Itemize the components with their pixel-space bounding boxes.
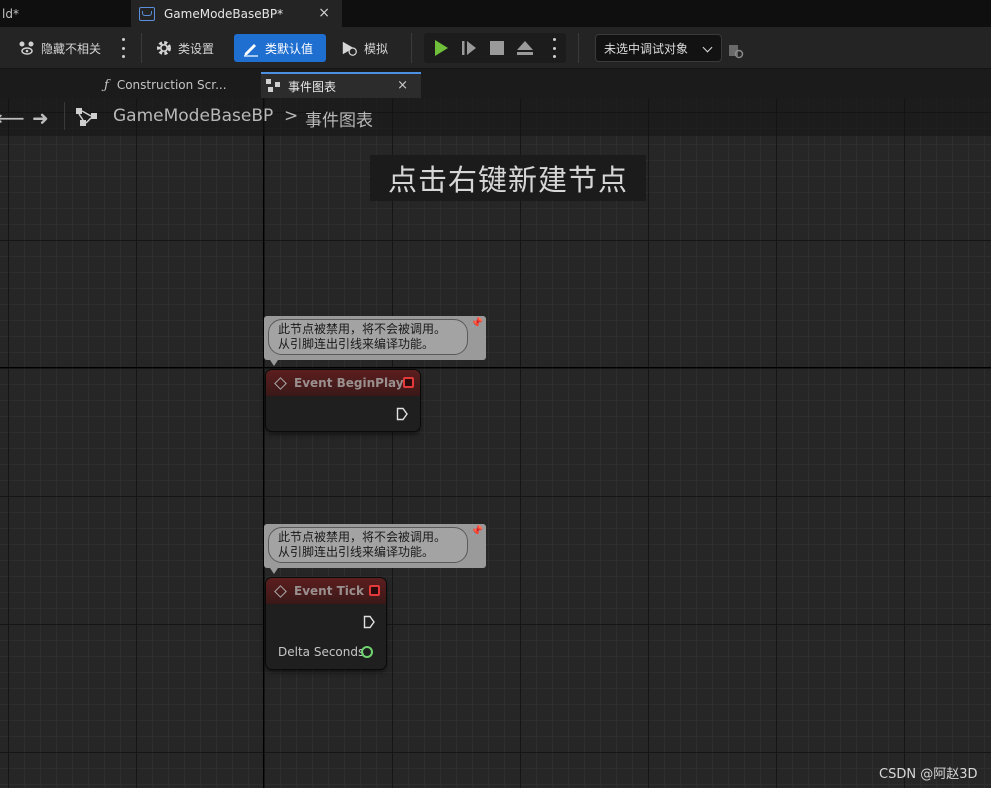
empty-graph-hint: 点击右键新建节点	[370, 155, 646, 201]
tab-level[interactable]: ld*	[0, 0, 110, 27]
breadcrumb-graph[interactable]: 事件图表	[305, 106, 373, 131]
comment-text: 此节点被禁用，将不会被调用。 从引脚连出引线来编译功能。	[268, 527, 468, 563]
delegate-pin-icon[interactable]	[403, 377, 414, 388]
hide-unrelated-label: 隐藏不相关	[41, 41, 102, 56]
disabled-node-comment: 此节点被禁用，将不会被调用。 从引脚连出引线来编译功能。 📌	[264, 524, 486, 574]
node-header: Event BeginPlay	[266, 370, 420, 396]
gear-icon	[155, 39, 173, 57]
pin-icon[interactable]: 📌	[471, 526, 483, 537]
comment-line: 此节点被禁用，将不会被调用。	[278, 322, 447, 336]
event-icon	[274, 376, 287, 390]
window-tab-bar: ld* GameModeBaseBP* ×	[0, 0, 991, 27]
stop-icon[interactable]	[483, 33, 511, 63]
hide-unrelated-icon	[18, 39, 36, 57]
breadcrumb-separator: >	[284, 106, 299, 126]
event-graph-icon	[266, 79, 282, 93]
tab-label: ld*	[2, 6, 19, 21]
comment-line: 从引脚连出引线来编译功能。	[278, 337, 435, 351]
node-header: Event Tick	[266, 578, 386, 604]
disabled-node-comment: 此节点被禁用，将不会被调用。 从引脚连出引线来编译功能。 📌	[264, 316, 486, 366]
close-icon[interactable]: ×	[397, 78, 408, 93]
watermark: CSDN @阿赵3D	[879, 767, 978, 782]
class-settings-button[interactable]: 类设置	[155, 34, 214, 62]
more-options-icon[interactable]	[120, 38, 126, 58]
pencil-icon	[242, 39, 260, 57]
debug-filter-icon	[727, 42, 745, 60]
toolbar-divider	[411, 33, 412, 63]
toolbar-divider	[141, 33, 142, 63]
blueprint-graph-icon	[76, 108, 98, 129]
tab-label: 事件图表	[288, 79, 337, 94]
simulate-button[interactable]: 模拟	[341, 34, 388, 62]
node-title: Event BeginPlay	[294, 376, 404, 390]
toolbar: 隐藏不相关 类设置 类默认值 模拟 未选中调试对象	[0, 27, 991, 69]
blueprint-icon	[139, 6, 155, 21]
graph-canvas[interactable]: ⟵ ➜ GameModeBaseBP > 事件图表 点击右键新建节点 此节点被禁…	[0, 98, 991, 788]
float-output-pin-icon[interactable]	[361, 646, 373, 658]
origin-axis-vertical	[263, 98, 264, 788]
simulate-icon	[341, 39, 359, 57]
comment-line: 从引脚连出引线来编译功能。	[278, 545, 435, 559]
tab-event-graph[interactable]: 事件图表 ×	[261, 72, 421, 98]
event-tick-node[interactable]: Event Tick Delta Seconds	[266, 578, 386, 669]
hide-unrelated-button[interactable]: 隐藏不相关	[18, 34, 101, 62]
play-options-icon[interactable]	[551, 38, 557, 58]
forward-arrow-icon[interactable]: ➜	[32, 106, 49, 130]
class-defaults-button[interactable]: 类默认值	[234, 34, 326, 62]
tab-label: Construction Scr...	[116, 78, 227, 92]
debug-settings-button[interactable]	[727, 37, 750, 65]
exec-output-pin-icon[interactable]	[396, 407, 408, 421]
step-icon[interactable]	[455, 33, 483, 63]
tab-gamemodebasebp[interactable]: GameModeBaseBP* ×	[131, 0, 342, 27]
play-icon[interactable]	[427, 33, 455, 63]
event-beginplay-node[interactable]: Event BeginPlay	[266, 370, 420, 431]
function-icon: ƒ	[104, 77, 109, 93]
back-arrow-icon[interactable]: ⟵	[0, 106, 25, 130]
origin-axis-horizontal	[0, 367, 991, 368]
comment-tail	[270, 568, 278, 574]
pin-icon[interactable]: 📌	[471, 318, 483, 329]
event-icon	[274, 584, 287, 598]
eject-icon[interactable]	[511, 33, 539, 63]
play-controls	[424, 33, 566, 63]
delta-seconds-label: Delta Seconds	[278, 645, 365, 659]
breadcrumb-blueprint[interactable]: GameModeBaseBP	[113, 106, 273, 126]
comment-text: 此节点被禁用，将不会被调用。 从引脚连出引线来编译功能。	[268, 319, 468, 355]
class-defaults-label: 类默认值	[265, 41, 314, 56]
breadcrumb-divider	[64, 102, 65, 130]
class-settings-label: 类设置	[178, 41, 215, 56]
chevron-down-icon	[702, 42, 713, 53]
delegate-pin-icon[interactable]	[369, 585, 380, 596]
close-icon[interactable]: ×	[318, 5, 330, 21]
debug-target-label: 未选中调试对象	[604, 41, 689, 56]
node-title: Event Tick	[294, 584, 365, 598]
comment-line: 此节点被禁用，将不会被调用。	[278, 530, 447, 544]
tab-construction-script[interactable]: ƒ Construction Scr...	[104, 72, 254, 98]
breadcrumb: ⟵ ➜ GameModeBaseBP > 事件图表	[0, 98, 991, 136]
debug-target-dropdown[interactable]: 未选中调试对象	[595, 34, 722, 62]
toolbar-divider	[578, 33, 579, 63]
graph-tab-bar: ƒ Construction Scr... 事件图表 ×	[0, 69, 991, 98]
tab-label: GameModeBaseBP*	[164, 6, 284, 21]
simulate-label: 模拟	[364, 41, 389, 56]
comment-tail	[270, 360, 278, 366]
exec-output-pin-icon[interactable]	[363, 615, 375, 629]
